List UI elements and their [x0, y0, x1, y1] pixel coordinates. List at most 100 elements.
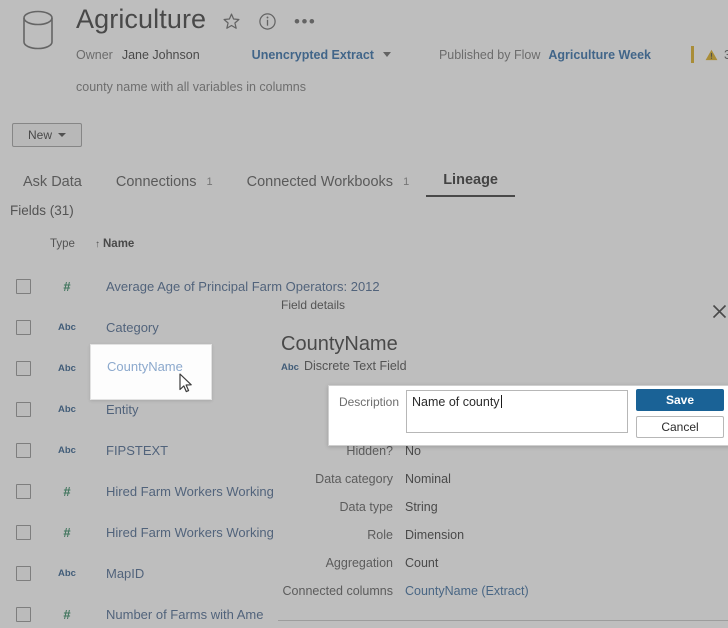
save-button[interactable]: Save	[636, 389, 724, 411]
divider	[690, 46, 694, 63]
field-property-value: Count	[405, 556, 439, 570]
tableau-datasource-page: Agriculture ••• Owner Jane Johnson Unenc…	[0, 0, 728, 628]
abc-icon: Abc	[281, 362, 299, 373]
row-checkbox[interactable]	[16, 320, 31, 335]
chevron-down-icon[interactable]	[382, 52, 391, 57]
field-property-label: Aggregation	[325, 556, 393, 570]
new-button[interactable]: New	[12, 123, 82, 147]
field-details-heading: Field details	[281, 298, 346, 312]
field-property-row: Hidden? No	[281, 444, 721, 472]
field-property-label: Connected columns	[282, 584, 393, 598]
description-edit-dialog: Description Name of county Save Cancel	[328, 385, 728, 446]
string-field-icon: Abc	[58, 404, 76, 415]
numeric-field-icon: #	[63, 484, 71, 499]
field-name-link[interactable]: Entity	[106, 402, 139, 417]
description-input-value: Name of county	[412, 395, 502, 409]
flow-name-link[interactable]: Agriculture Week	[548, 48, 651, 62]
row-checkbox[interactable]	[16, 607, 31, 622]
cancel-button[interactable]: Cancel	[636, 416, 724, 438]
favorite-star-icon[interactable]	[222, 12, 241, 31]
field-property-row: Data type String	[281, 500, 721, 528]
header-actions: •••	[222, 12, 316, 31]
row-checkbox[interactable]	[16, 566, 31, 581]
data-quality-warning-text[interactable]: 3 data quality w	[724, 48, 728, 62]
connected-column-link[interactable]: CountyName (Extract)	[405, 584, 529, 598]
table-row[interactable]: # Hired Farm Workers Working	[0, 471, 300, 512]
divider	[278, 620, 728, 621]
table-row[interactable]: Abc Category	[0, 307, 300, 348]
field-property-row: Role Dimension	[281, 528, 721, 556]
field-property-value: No	[405, 444, 421, 458]
sort-ascending-icon: ↑	[95, 239, 100, 250]
field-property-value: Nominal	[405, 472, 451, 486]
tab-connections[interactable]: Connections 1	[99, 174, 230, 197]
info-icon[interactable]	[258, 12, 277, 31]
field-name-link[interactable]: Average Age of Principal Farm Operators:…	[106, 279, 380, 294]
row-checkbox[interactable]	[16, 443, 31, 458]
row-checkbox[interactable]	[16, 361, 31, 376]
tab-lineage[interactable]: Lineage	[426, 172, 515, 197]
field-property-row: Aggregation Count	[281, 556, 721, 584]
table-row[interactable]: # Number of Farms with Ame	[0, 594, 300, 628]
row-checkbox[interactable]	[16, 279, 31, 294]
table-row[interactable]: # Average Age of Principal Farm Operators…	[0, 266, 380, 307]
field-property-label: Data type	[339, 500, 393, 514]
tab-count: 1	[206, 176, 213, 188]
tab-ask-data[interactable]: Ask Data	[6, 174, 99, 197]
tab-label: Connected Workbooks	[246, 174, 394, 190]
string-field-icon: Abc	[58, 363, 76, 374]
description-input[interactable]: Name of county	[406, 390, 628, 433]
table-row[interactable]: Abc MapID	[0, 553, 300, 594]
field-property-label: Hidden?	[346, 444, 393, 458]
column-header-type[interactable]: Type	[50, 238, 75, 250]
extract-type-link[interactable]: Unencrypted Extract	[252, 48, 374, 62]
hovered-field-label: CountyName	[107, 359, 183, 374]
database-cylinder-icon	[23, 10, 53, 50]
field-property-row: Connected columns CountyName (Extract)	[281, 584, 721, 612]
numeric-field-icon: #	[63, 525, 71, 540]
numeric-field-icon: #	[63, 279, 71, 294]
tab-connected-workbooks[interactable]: Connected Workbooks 1	[230, 174, 427, 197]
field-property-label: Data category	[315, 472, 393, 486]
page-title: Agriculture	[76, 4, 207, 34]
datasource-description: county name with all variables in column…	[76, 80, 306, 94]
field-name-link[interactable]: Category	[106, 320, 159, 335]
metadata-row: Owner Jane Johnson Unencrypted Extract P…	[76, 46, 728, 63]
description-label: Description	[338, 395, 399, 409]
tab-label: Ask Data	[23, 174, 82, 190]
chevron-down-icon	[58, 133, 66, 137]
row-checkbox[interactable]	[16, 484, 31, 499]
tab-label: Connections	[115, 174, 197, 190]
text-caret	[500, 395, 502, 408]
table-row[interactable]: Abc FIPSTEXT	[0, 430, 300, 471]
table-row[interactable]: # Hired Farm Workers Working	[0, 512, 300, 553]
row-checkbox[interactable]	[16, 525, 31, 540]
field-property-label: Role	[367, 528, 393, 542]
field-name-link[interactable]: Number of Farms with Ame	[106, 607, 264, 622]
field-property-value: Dimension	[405, 528, 465, 542]
more-actions-icon[interactable]: •••	[294, 13, 316, 30]
field-name-link[interactable]: Hired Farm Workers Working	[106, 484, 274, 499]
owner-label: Owner	[76, 47, 113, 62]
field-property-row: Data category Nominal	[281, 472, 721, 500]
new-button-label: New	[27, 128, 52, 142]
field-name-link[interactable]: MapID	[106, 566, 144, 581]
numeric-field-icon: #	[63, 607, 71, 622]
row-checkbox[interactable]	[16, 402, 31, 417]
tab-label: Lineage	[443, 172, 498, 188]
warning-triangle-icon[interactable]	[705, 49, 718, 61]
close-icon[interactable]	[712, 304, 727, 319]
field-details-type: Abc Discrete Text Field	[281, 359, 407, 373]
string-field-icon: Abc	[58, 568, 76, 579]
tab-bar: Ask Data Connections 1 Connected Workboo…	[6, 172, 515, 197]
tab-count: 1	[403, 176, 410, 188]
hovered-field-chip[interactable]: CountyName	[90, 344, 212, 400]
field-details-title: CountyName	[281, 333, 398, 355]
field-details-type-label: Discrete Text Field	[303, 359, 407, 373]
field-name-link[interactable]: Hired Farm Workers Working	[106, 525, 274, 540]
published-by-label: Published by Flow	[438, 47, 541, 62]
string-field-icon: Abc	[58, 445, 76, 456]
string-field-icon: Abc	[58, 322, 76, 333]
field-name-link[interactable]: FIPSTEXT	[106, 443, 168, 458]
column-header-name[interactable]: ↑ Name	[95, 238, 134, 250]
